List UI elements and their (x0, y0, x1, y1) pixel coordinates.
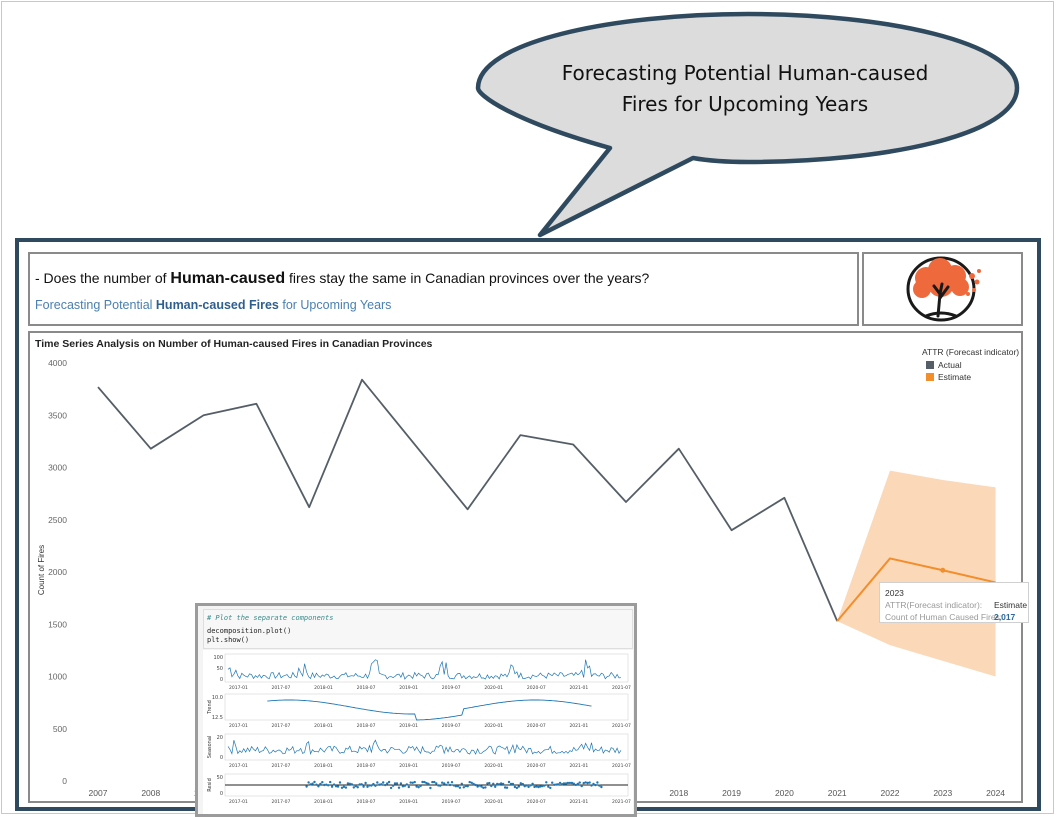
y-tick-label: 1500 (48, 619, 67, 629)
svg-text:2019-01: 2019-01 (399, 799, 418, 805)
svg-text:2018-01: 2018-01 (314, 723, 333, 729)
tooltip-year: 2023 (885, 588, 904, 598)
decomposition-plots: 0 50 100 2017-01 2017-07 2018-01 2018-07 2019-0… (203, 650, 633, 814)
svg-text:2017-01: 2017-01 (229, 799, 248, 805)
svg-text:2020-07: 2020-07 (527, 723, 546, 729)
svg-text:2020-07: 2020-07 (527, 799, 546, 805)
legend-item-estimate[interactable]: Estimate (926, 372, 1019, 382)
svg-text:Resid: Resid (207, 778, 213, 792)
svg-text:2018-01: 2018-01 (314, 685, 333, 691)
svg-text:2021-01: 2021-01 (569, 799, 588, 805)
svg-text:2020-01: 2020-01 (484, 799, 503, 805)
x-tick-label: 2020 (775, 788, 794, 798)
x-tick-label: 2008 (141, 788, 160, 798)
svg-text:2017-01: 2017-01 (229, 723, 248, 729)
tooltip-value-count: 2,017 (994, 612, 1016, 622)
y-tick-label: 3500 (48, 410, 67, 420)
svg-text:2021-07: 2021-07 (612, 799, 631, 805)
code-comment: # Plot the separate components (207, 614, 334, 622)
legend-item-actual[interactable]: Actual (926, 360, 1019, 370)
tooltip: 2023 ATTR(Forecast indicator): Estimate C… (879, 582, 1029, 623)
svg-text:2019-01: 2019-01 (399, 685, 418, 691)
x-tick-label: 2018 (669, 788, 688, 798)
svg-text:2021-01: 2021-01 (569, 763, 588, 769)
svg-text:20: 20 (217, 735, 223, 741)
svg-text:50: 50 (217, 775, 223, 781)
svg-text:2021-07: 2021-07 (612, 723, 631, 729)
svg-text:2017-07: 2017-07 (272, 799, 291, 805)
svg-text:12.5: 12.5 (212, 715, 223, 721)
svg-text:2018-07: 2018-07 (357, 723, 376, 729)
svg-text:10.0: 10.0 (212, 695, 223, 701)
svg-text:2019-07: 2019-07 (442, 723, 461, 729)
svg-text:Trend: Trend (207, 700, 213, 715)
code-line-1: decomposition.plot() (207, 627, 292, 635)
tooltip-value-indicator: Estimate (994, 600, 1028, 610)
svg-text:2019-01: 2019-01 (399, 763, 418, 769)
y-tick-label: 2000 (48, 567, 67, 577)
legend: ATTR (Forecast indicator) Actual Estimat… (922, 347, 1019, 382)
y-tick-label: 3000 (48, 463, 67, 473)
svg-text:2020-07: 2020-07 (527, 685, 546, 691)
x-tick-label: 2019 (722, 788, 741, 798)
x-tick-label: 2007 (89, 788, 108, 798)
svg-text:0: 0 (220, 755, 223, 761)
y-tick-label: 2500 (48, 515, 67, 525)
svg-text:100: 100 (213, 655, 223, 661)
y-tick-label: 0 (62, 776, 67, 786)
x-tick-label: 2021 (828, 788, 847, 798)
svg-text:2018-01: 2018-01 (314, 799, 333, 805)
x-tick-label: 2023 (933, 788, 952, 798)
svg-text:2019-07: 2019-07 (442, 685, 461, 691)
decomposition-inset: # Plot the separate components decomposi… (195, 603, 637, 817)
code-line-2: plt.show() (207, 636, 250, 644)
svg-text:Seasonal: Seasonal (207, 736, 213, 759)
svg-text:2018-07: 2018-07 (357, 763, 376, 769)
series-line-actual[interactable] (97, 378, 839, 622)
svg-text:2017-07: 2017-07 (272, 763, 291, 769)
svg-text:2021-07: 2021-07 (612, 763, 631, 769)
forecast-band (837, 470, 996, 677)
y-tick-label: 500 (53, 724, 67, 734)
svg-text:2020-01: 2020-01 (484, 685, 503, 691)
tooltip-label-count: Count of Human Caused Fires: (885, 612, 1003, 622)
svg-text:50: 50 (217, 666, 223, 672)
svg-text:2018-01: 2018-01 (314, 763, 333, 769)
x-tick-label: 2022 (881, 788, 900, 798)
svg-text:2017-07: 2017-07 (272, 723, 291, 729)
svg-text:2017-07: 2017-07 (272, 685, 291, 691)
svg-text:2018-07: 2018-07 (357, 799, 376, 805)
svg-text:2021-01: 2021-01 (569, 685, 588, 691)
svg-text:2017-01: 2017-01 (229, 685, 248, 691)
y-axis-label: Count of Fires (37, 545, 46, 595)
svg-text:2019-07: 2019-07 (442, 799, 461, 805)
legend-title: ATTR (Forecast indicator) (922, 347, 1020, 357)
svg-text:2019-01: 2019-01 (399, 723, 418, 729)
svg-text:2018-07: 2018-07 (357, 685, 376, 691)
svg-text:2020-07: 2020-07 (527, 763, 546, 769)
svg-text:2021-07: 2021-07 (612, 685, 631, 691)
svg-text:0: 0 (220, 677, 223, 683)
svg-text:2021-01: 2021-01 (569, 723, 588, 729)
tooltip-label-indicator: ATTR(Forecast indicator): (885, 600, 983, 610)
svg-text:2019-07: 2019-07 (442, 763, 461, 769)
svg-text:0: 0 (220, 791, 223, 797)
svg-text:2017-01: 2017-01 (229, 763, 248, 769)
y-tick-label: 1000 (48, 672, 67, 682)
code-cell: # Plot the separate components decomposi… (203, 609, 633, 649)
svg-text:2020-01: 2020-01 (484, 763, 503, 769)
x-tick-label: 2024 (986, 788, 1005, 798)
hover-point[interactable] (940, 567, 946, 573)
svg-text:2020-01: 2020-01 (484, 723, 503, 729)
y-tick-label: 4000 (48, 358, 67, 368)
